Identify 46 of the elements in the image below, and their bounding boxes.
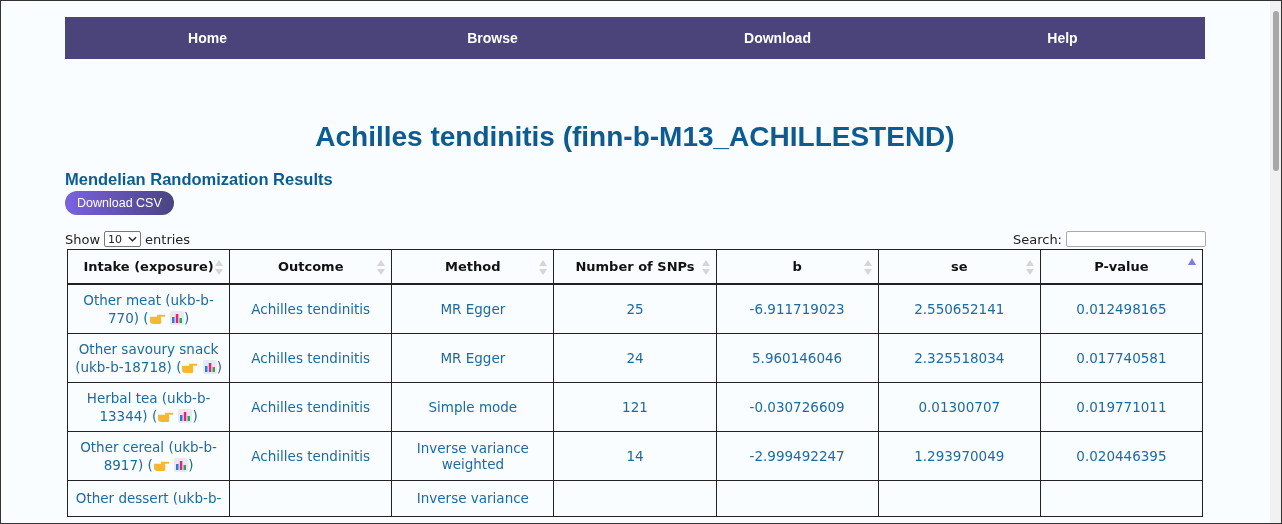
table-cell: Simple mode (428, 398, 518, 415)
table-cell: Inverse variance weighted (416, 439, 529, 472)
table-cell: 0.019771011 (1076, 398, 1167, 415)
table-cell: MR Egger (440, 349, 506, 366)
bar-chart-icon[interactable] (169, 310, 184, 325)
column-header[interactable]: b (716, 249, 879, 284)
table-cell: 0.012498165 (1076, 300, 1167, 317)
table-cell: MR Egger (440, 300, 506, 317)
table-cell: 0.017740581 (1076, 349, 1167, 366)
table-cell: 0.020446395 (1076, 447, 1167, 464)
nav-link[interactable]: Help (920, 17, 1205, 59)
page-title: Achilles tendinitis (finn-b-M13_ACHILLESTEND) (314, 120, 956, 154)
column-header[interactable]: Number of SNPs (553, 249, 717, 284)
nav-link[interactable]: Browse (350, 17, 635, 59)
nav-link[interactable]: Home (65, 17, 350, 59)
table-cell: 0.01300707 (918, 398, 1001, 415)
column-header[interactable]: Intake (exposure) (67, 249, 230, 284)
table-cell: -2.999492247 (749, 447, 845, 464)
search-label: Search: (1012, 231, 1062, 247)
table-cell: 1.293970049 (914, 447, 1005, 464)
table-cell: 2.325518034 (914, 349, 1005, 366)
table-cell: 24 (626, 349, 644, 366)
table-cell: -0.030726609 (749, 398, 845, 415)
column-header[interactable]: Outcome (229, 249, 392, 284)
table-cell: 121 (622, 398, 648, 415)
nav-link[interactable]: Download (635, 17, 920, 59)
column-header[interactable]: P-value (1040, 249, 1203, 284)
table-cell: -6.911719023 (749, 300, 845, 317)
download-csv-button[interactable]: Download CSV (65, 191, 174, 215)
table-cell: Inverse variance (416, 490, 529, 506)
column-header[interactable]: se (878, 249, 1041, 284)
table-cell: 25 (626, 300, 644, 317)
section-title: Mendelian Randomization Results (65, 169, 334, 189)
caret-icon (128, 236, 138, 242)
table-cell: 2.550652141 (914, 300, 1005, 317)
show-label: Show (65, 231, 101, 247)
bar-chart-icon[interactable] (178, 408, 193, 423)
column-header[interactable]: Method (391, 249, 554, 284)
scrollbar[interactable] (1270, 1, 1281, 523)
bar-chart-icon[interactable] (174, 457, 189, 472)
search-field[interactable] (1066, 231, 1206, 247)
bar-chart-icon[interactable] (202, 359, 217, 374)
entries-select[interactable]: 10 (104, 231, 142, 247)
table-cell: 14 (626, 447, 644, 464)
table-cell: 5.960146046 (752, 349, 843, 366)
entries-label: entries (145, 231, 191, 247)
